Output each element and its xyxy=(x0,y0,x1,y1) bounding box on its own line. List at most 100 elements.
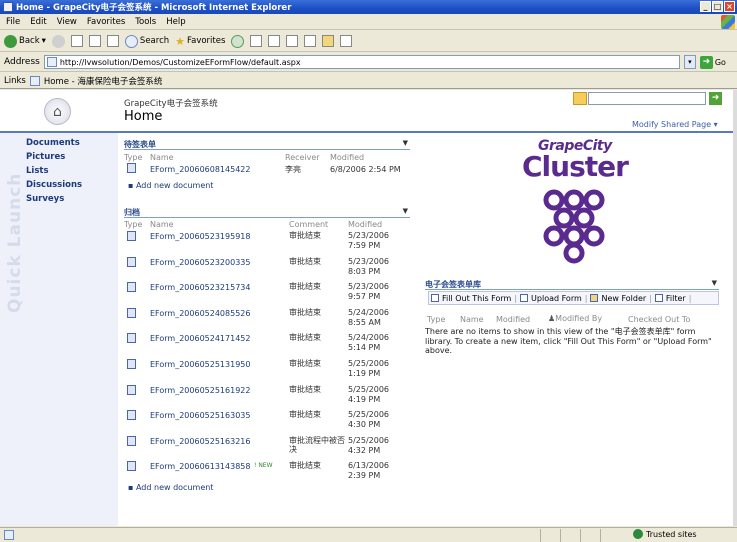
site-title: GrapeCity电子会签系统 xyxy=(124,99,218,109)
maximize-button[interactable]: □ xyxy=(712,1,723,12)
archive-row-name[interactable]: EForm_20060525161922 xyxy=(150,386,250,395)
archive-row-name[interactable]: EForm_20060525163035 xyxy=(150,411,250,420)
menu-help[interactable]: Help xyxy=(166,17,185,27)
col-head-name[interactable]: Name xyxy=(150,153,174,162)
grapecity-cluster-logo: GrapeCity Cluster xyxy=(520,136,630,266)
edit-icon[interactable] xyxy=(304,35,317,47)
webpart-menu-arrow-icon[interactable]: ▼ xyxy=(403,139,408,147)
filter-button[interactable]: Filter xyxy=(666,294,686,303)
archive-add-new-link[interactable]: ▪ Add new document xyxy=(128,483,213,492)
pending-add-new-link[interactable]: ▪ Add new document xyxy=(128,181,213,190)
archive-row-date: 5/24/2006 xyxy=(348,333,390,342)
archive-row-comment: 审批结束 xyxy=(289,410,321,419)
lib-col-modified-by[interactable]: ♟Modified By xyxy=(548,314,602,323)
document-icon xyxy=(127,257,136,267)
page-status-icon xyxy=(4,530,14,540)
nav-item-lists[interactable]: Lists xyxy=(26,166,49,176)
search-input[interactable] xyxy=(588,92,706,105)
archive-row-name[interactable]: EForm_20060613143858 xyxy=(150,462,250,471)
pending-row-name[interactable]: EForm_20060608145422 xyxy=(150,165,250,174)
messenger-icon[interactable] xyxy=(340,35,353,47)
address-dropdown-button[interactable]: ▾ xyxy=(683,55,696,69)
nav-item-documents[interactable]: Documents xyxy=(26,138,80,148)
menu-edit[interactable]: Edit xyxy=(30,17,46,27)
col-head-modified[interactable]: Modified xyxy=(348,220,382,229)
stop-icon[interactable] xyxy=(70,35,83,47)
pending-webpart-title: 待签表单 ▼ xyxy=(124,139,410,150)
archive-row-name[interactable]: EForm_20060525163216 xyxy=(150,437,250,446)
window-title: Home - GrapeCity电子会签系统 - Microsoft Inter… xyxy=(16,3,292,13)
archive-row-name[interactable]: EForm_20060524085526 xyxy=(150,309,250,318)
address-label: Address xyxy=(4,57,40,67)
archive-webpart-title: 归档 ▼ xyxy=(124,207,410,218)
lib-col-modified[interactable]: Modified xyxy=(496,315,530,324)
upload-form-button[interactable]: Upload Form xyxy=(531,294,582,303)
archive-row-name[interactable]: EForm_20060524171452 xyxy=(150,334,250,343)
archive-row-date: 5/25/2006 xyxy=(348,436,390,445)
forward-arrow-icon[interactable] xyxy=(51,34,65,48)
archive-row-date: 5/24/2006 xyxy=(348,308,390,317)
col-head-type[interactable]: Type xyxy=(124,153,142,162)
archive-row-name[interactable]: EForm_20060523215734 xyxy=(150,283,250,292)
col-head-type[interactable]: Type xyxy=(124,220,142,229)
minimize-button[interactable]: _ xyxy=(700,1,711,12)
new-folder-button[interactable]: New Folder xyxy=(601,294,646,303)
nav-item-pictures[interactable]: Pictures xyxy=(26,152,65,162)
menu-view[interactable]: View xyxy=(57,17,77,27)
close-button[interactable]: × xyxy=(724,1,735,12)
go-button[interactable]: ➜ Go xyxy=(699,55,726,69)
archive-row-name[interactable]: EForm_20060523195918 xyxy=(150,232,250,241)
webpart-menu-arrow-icon[interactable]: ▼ xyxy=(712,279,717,287)
archive-row-time: 8:03 PM xyxy=(348,267,381,276)
search-button[interactable]: Search xyxy=(124,34,169,48)
webpart-menu-arrow-icon[interactable]: ▼ xyxy=(403,207,408,215)
archive-row-comment: 审批结束 xyxy=(289,461,321,470)
grape-cluster-icon xyxy=(543,189,605,264)
archive-row-date: 6/13/2006 xyxy=(348,461,390,470)
nav-item-surveys[interactable]: Surveys xyxy=(26,194,64,204)
back-button[interactable]: Back ▾ xyxy=(4,34,46,48)
archive-row-comment: 审批结束 xyxy=(289,257,321,266)
nav-item-discussions[interactable]: Discussions xyxy=(26,180,82,190)
quick-launch-watermark: Quick Launch xyxy=(5,172,25,313)
history-icon[interactable] xyxy=(250,35,263,47)
archive-row-name[interactable]: EForm_20060523200335 xyxy=(150,258,250,267)
browser-toolbar: Back ▾ Search ★ Favorites xyxy=(0,31,737,52)
mail-icon[interactable] xyxy=(268,35,281,47)
col-head-receiver[interactable]: Receiver xyxy=(285,153,320,162)
lib-col-type[interactable]: Type xyxy=(427,315,445,324)
archive-row-comment: 审批结束 xyxy=(289,231,321,240)
archive-row-comment: 审批结束 xyxy=(289,282,321,291)
print-icon[interactable] xyxy=(286,35,299,47)
menu-file[interactable]: File xyxy=(6,17,20,27)
vertical-scrollbar[interactable] xyxy=(733,90,737,526)
col-head-comment[interactable]: Comment xyxy=(289,220,328,229)
col-head-modified[interactable]: Modified xyxy=(330,153,364,162)
ie-page-icon xyxy=(3,2,13,12)
lib-col-name[interactable]: Name xyxy=(460,315,484,324)
go-arrow-icon: ➜ xyxy=(699,55,713,69)
home-icon[interactable]: ⌂ xyxy=(44,98,71,125)
modify-shared-page-link[interactable]: Modify Shared Page ▾ xyxy=(632,120,718,129)
archive-row-date: 5/25/2006 xyxy=(348,359,390,368)
refresh-icon[interactable] xyxy=(88,35,101,47)
media-icon[interactable] xyxy=(231,34,245,48)
col-head-name[interactable]: Name xyxy=(150,220,174,229)
fill-out-form-button[interactable]: Fill Out This Form xyxy=(442,294,511,303)
document-icon xyxy=(127,333,136,343)
archive-row-name[interactable]: EForm_20060525131950 xyxy=(150,360,250,369)
home-icon[interactable] xyxy=(106,35,119,47)
folder-icon[interactable] xyxy=(322,35,335,47)
favorites-button[interactable]: ★ Favorites xyxy=(175,35,225,48)
fill-out-form-icon xyxy=(431,294,439,302)
address-input[interactable]: http://lvwsolution/Demos/CustomizeEFormF… xyxy=(43,55,680,69)
archive-row-comment: 审批结束 xyxy=(289,308,321,317)
menu-tools[interactable]: Tools xyxy=(135,17,156,27)
quick-launch-nav: Quick Launch Documents Pictures Lists Di… xyxy=(0,133,118,526)
links-item-home[interactable]: Home - 海康保险电子会签系统 xyxy=(44,75,163,87)
lib-col-checked-out-to[interactable]: Checked Out To xyxy=(628,315,690,324)
search-scope-icon[interactable] xyxy=(573,92,587,105)
menu-favorites[interactable]: Favorites xyxy=(87,17,125,27)
search-go-button[interactable]: ➜ xyxy=(709,92,722,105)
trusted-check-icon xyxy=(633,529,643,539)
